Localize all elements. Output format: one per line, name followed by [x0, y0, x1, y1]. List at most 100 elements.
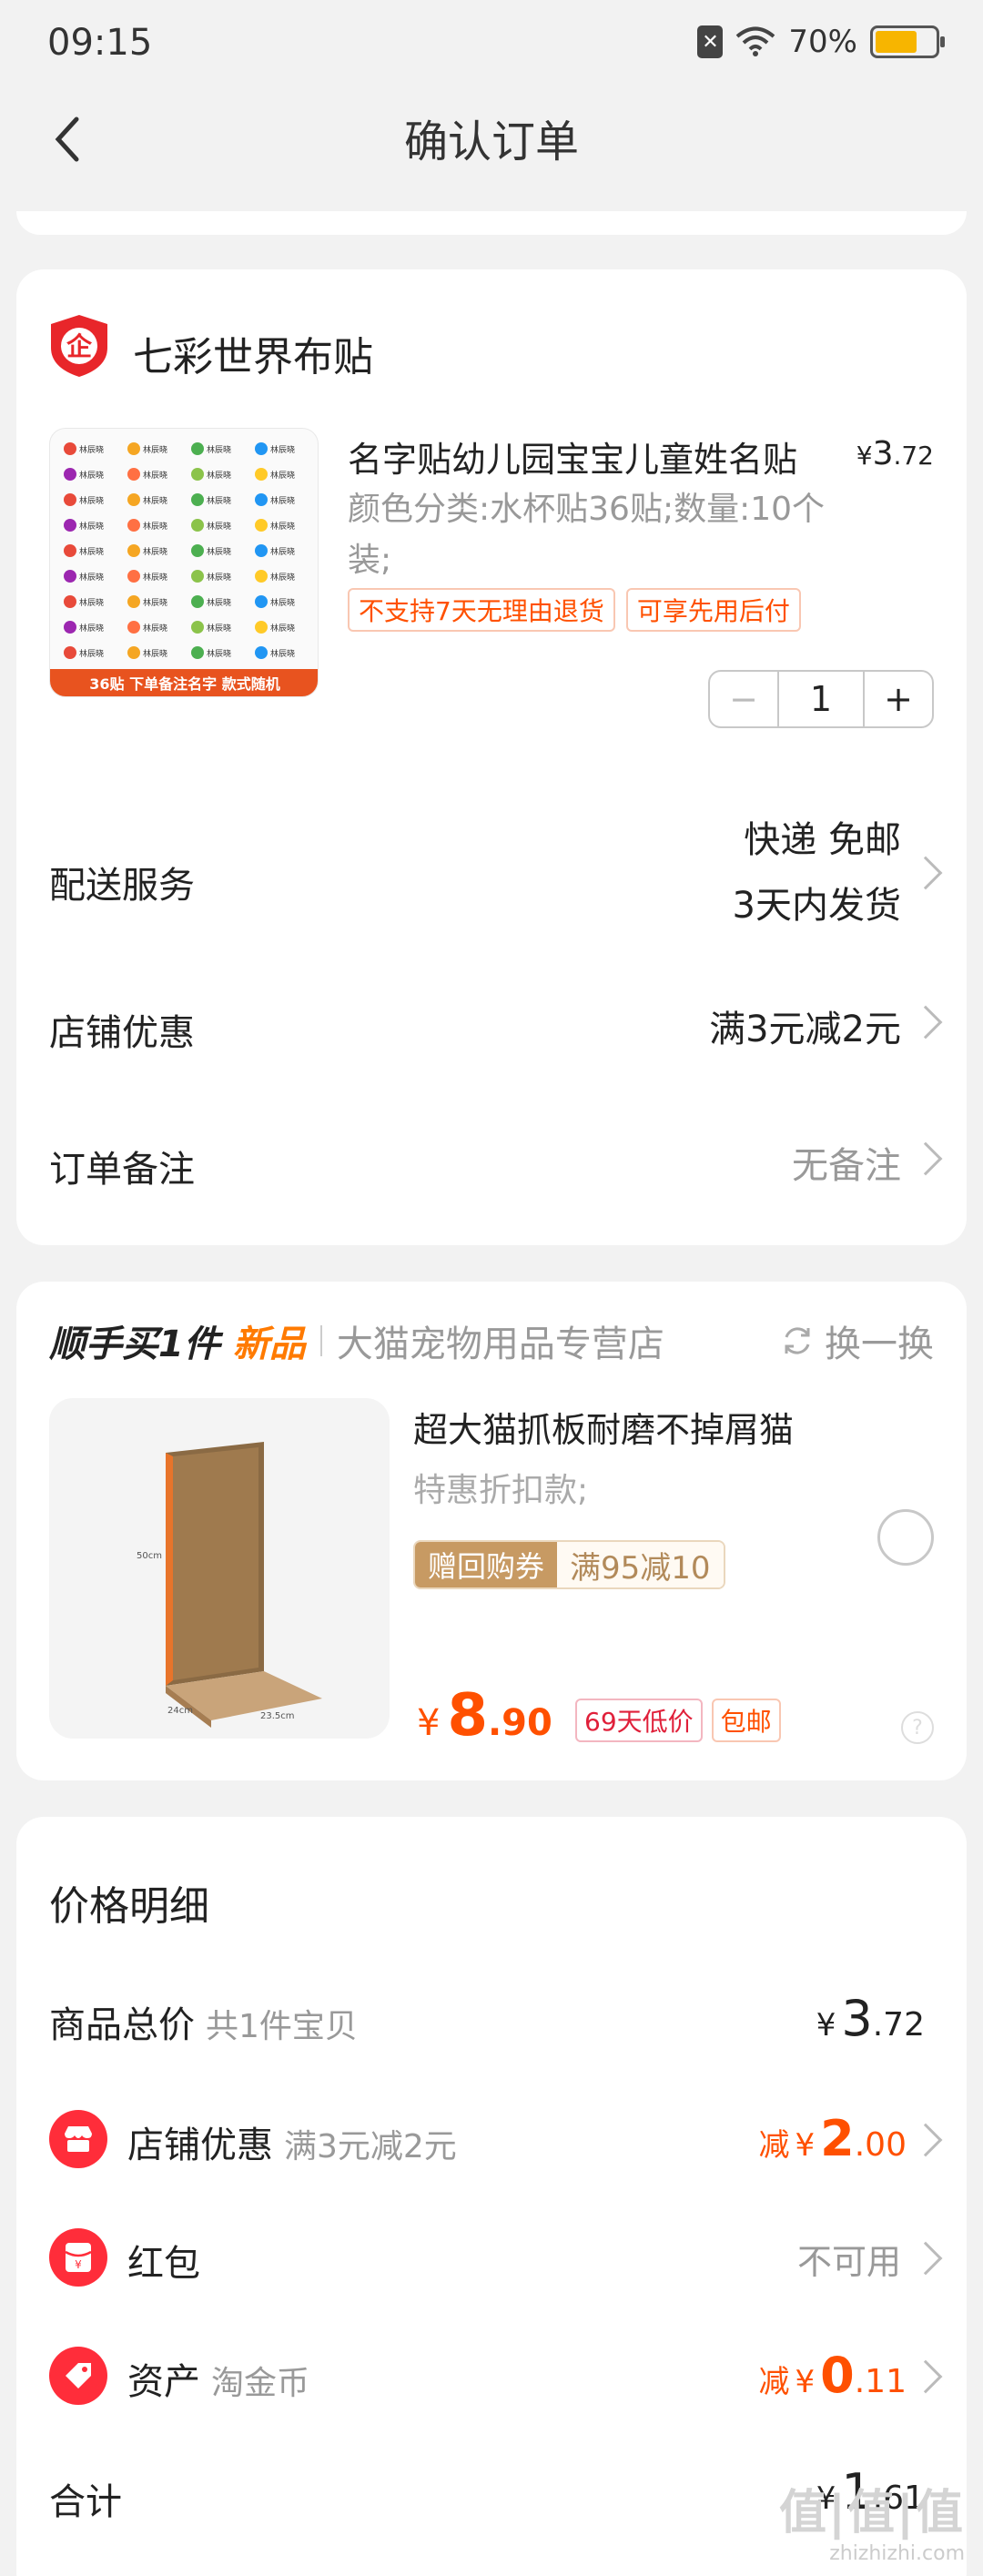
- watermark: 值|值|值 zhizhizhi.com: [779, 2474, 965, 2565]
- nav-bar: 确认订单: [0, 91, 983, 191]
- sticker-name: 林辰晓: [79, 597, 104, 608]
- swap-button[interactable]: 换一换: [779, 1314, 934, 1367]
- currency: ¥: [816, 2007, 836, 2044]
- store-icon-char: 企: [66, 331, 93, 361]
- sticker-name: 林辰晓: [207, 495, 231, 506]
- sticker-name: 林辰晓: [270, 572, 295, 583]
- red-packet-label: 红包: [127, 2243, 200, 2285]
- sticker-name: 林辰晓: [207, 648, 231, 659]
- amount-int: 3: [841, 1990, 873, 2047]
- delivery-label: 配送服务: [49, 865, 195, 907]
- sticker-icon: [191, 519, 204, 532]
- tag-no-return: 不支持7天无理由退货: [348, 588, 615, 632]
- sticker-name: 林辰晓: [79, 521, 104, 532]
- product-title[interactable]: 名字贴幼儿园宝宝儿童姓名贴: [348, 431, 839, 482]
- sticker-icon: [127, 544, 140, 557]
- addon-title[interactable]: 超大猫抓板耐磨不掉屑猫: [413, 1402, 794, 1452]
- total-label: 合计: [49, 2481, 122, 2523]
- chevron-right-icon: [908, 2123, 943, 2157]
- addon-product-image[interactable]: 50cm 24cm 23.5cm: [49, 1398, 390, 1739]
- sticker-icon: [191, 442, 204, 455]
- sticker-icon: [64, 442, 76, 455]
- chevron-right-icon: [908, 1005, 943, 1040]
- sticker-icon: [64, 595, 76, 608]
- addon-card: 顺手买1件 新品 大猫宠物用品专营店 换一换 50cm 24cm 23.5cm …: [16, 1282, 967, 1780]
- chevron-right-icon: [908, 856, 943, 890]
- battery-level: [876, 31, 917, 53]
- sticker-icon: [255, 621, 268, 634]
- status-bar: 09:15 ✕ 70%: [0, 0, 983, 91]
- assets-label: 资产: [127, 2361, 200, 2403]
- sticker-icon: [127, 595, 140, 608]
- goods-total-label-group: 商品总价 共1件宝贝: [49, 1995, 358, 2048]
- sticker-name: 林辰晓: [207, 572, 231, 583]
- price-shop-discount-row[interactable]: 店铺优惠 满3元减2元 减 ¥2.00: [16, 2090, 967, 2190]
- sticker-icon: [255, 570, 268, 583]
- sticker-name: 林辰晓: [270, 623, 295, 634]
- sticker-name: 林辰晓: [79, 546, 104, 557]
- sticker-icon: [127, 570, 140, 583]
- addon-heading: 顺手买1件: [49, 1323, 220, 1365]
- goods-total-label: 商品总价: [49, 2004, 195, 2046]
- addon-select-radio[interactable]: [877, 1509, 934, 1566]
- product-tags: 不支持7天无理由退货 可享先用后付: [348, 588, 801, 632]
- battery-icon: [870, 25, 945, 58]
- red-packet-row[interactable]: ¥ 红包 不可用: [16, 2208, 967, 2308]
- amount-int: 2: [820, 2110, 855, 2167]
- sticker-name: 林辰晓: [270, 546, 295, 557]
- sticker-name: 林辰晓: [143, 546, 167, 557]
- shop-discount-row[interactable]: 店铺优惠 满3元减2元: [16, 970, 967, 1080]
- product-image[interactable]: 林辰晓 林辰晓 林辰晓 林辰晓 林辰晓 林辰晓 林辰晓 林辰晓 林辰晓 林辰晓 林辰晓 林辰晓 林辰晓林…: [49, 428, 319, 697]
- help-icon[interactable]: ?: [901, 1711, 934, 1744]
- sticker-name: 林辰晓: [207, 597, 231, 608]
- sticker-icon: [191, 595, 204, 608]
- red-packet-icon-char: ¥: [75, 2258, 82, 2271]
- sticker-icon: [191, 544, 204, 557]
- delivery-time: 3天内发货: [732, 885, 901, 927]
- coin-tag-icon: [49, 2347, 107, 2405]
- decrease-button[interactable]: −: [710, 672, 779, 726]
- sticker-icon: [255, 442, 268, 455]
- sticker-name: 林辰晓: [79, 572, 104, 583]
- sticker-name: 林辰晓: [207, 521, 231, 532]
- sticker-icon: [255, 493, 268, 506]
- sticker-name: 林辰晓: [79, 648, 104, 659]
- order-note-row[interactable]: 订单备注 无备注: [16, 1107, 967, 1216]
- sticker-icon: [255, 595, 268, 608]
- sticker-name: 林辰晓: [207, 546, 231, 557]
- currency: ¥: [795, 2364, 816, 2400]
- sticker-icon: [127, 519, 140, 532]
- sticker-name: 林辰晓: [143, 623, 167, 634]
- shop-discount-value: 满3元减2元: [709, 1009, 901, 1050]
- sticker-name: 林辰晓: [270, 597, 295, 608]
- dimension-width: 23.5cm: [260, 1711, 295, 1721]
- no-sim-icon: ✕: [697, 25, 724, 58]
- quantity-stepper: − 1 +: [708, 670, 934, 728]
- sticker-grid-image: 林辰晓 林辰晓 林辰晓 林辰晓林辰晓 林辰晓 林辰晓 林辰晓林辰晓 林辰晓 林辰晓 林辰晓林辰晓林…: [50, 442, 318, 696]
- sticker-icon: [127, 468, 140, 481]
- sticker-icon: [127, 442, 140, 455]
- red-packet-icon: ¥: [49, 2228, 107, 2287]
- store-name[interactable]: 七彩世界布贴: [133, 324, 373, 382]
- sticker-name: 林辰晓: [79, 470, 104, 481]
- assets-row[interactable]: 资产 淘金币 减 ¥0.11: [16, 2327, 967, 2427]
- image-caption: 36贴 下单备注名字 款式随机: [89, 675, 279, 693]
- dimension-height: 50cm: [137, 1551, 162, 1561]
- dimension-depth: 24cm: [167, 1706, 193, 1716]
- currency: ¥: [795, 2127, 816, 2164]
- sticker-name: 林辰晓: [143, 572, 167, 583]
- sticker-name: 林辰晓: [143, 444, 167, 455]
- order-note-value: 无备注: [792, 1145, 901, 1187]
- product-spec: 颜色分类:水杯贴36贴;数量:10个装;: [348, 491, 826, 579]
- sticker-icon: [191, 468, 204, 481]
- chevron-right-icon: [908, 2359, 943, 2394]
- delivery-row[interactable]: 配送服务 快递 免邮 3天内发货: [16, 797, 967, 952]
- shop-discount-label-group: 店铺优惠 满3元减2元: [127, 2115, 457, 2168]
- sticker-icon: [191, 646, 204, 659]
- sticker-name: 林辰晓: [79, 495, 104, 506]
- price-currency: ¥: [856, 441, 873, 471]
- quantity-value[interactable]: 1: [779, 672, 863, 726]
- addon-store-name[interactable]: 大猫宠物用品专营店: [337, 1314, 664, 1367]
- increase-button[interactable]: +: [863, 672, 932, 726]
- status-time: 09:15: [47, 22, 153, 64]
